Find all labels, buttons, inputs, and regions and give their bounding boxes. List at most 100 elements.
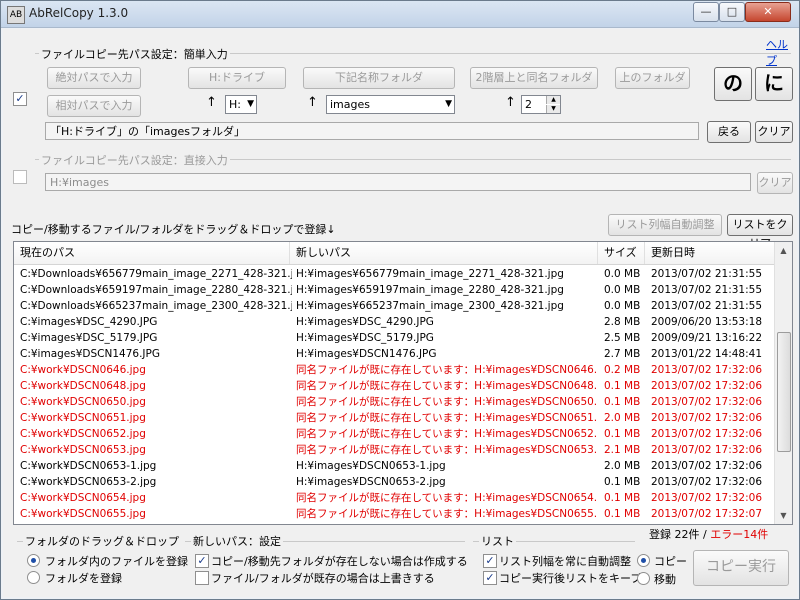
execute-copy-button[interactable]: コピー実行 xyxy=(693,550,789,586)
cell-current-path: C:¥work¥DSCN0650.jpg xyxy=(20,396,146,408)
cell-date: 2013/07/02 21:31:55 xyxy=(651,268,763,280)
table-row[interactable]: C:¥work¥DSCN0653.jpg 同名ファイルが既に存在しています：H:¥… xyxy=(14,442,774,458)
table-row[interactable]: C:¥Downloads¥659197main_image_2280_428-3… xyxy=(14,282,774,298)
stepper-down-icon[interactable]: ▼ xyxy=(546,105,560,113)
scroll-thumb[interactable] xyxy=(777,332,791,452)
cell-size: 0.0 MB xyxy=(604,300,641,312)
chevron-down-icon: ▼ xyxy=(247,99,254,109)
column-header-date[interactable]: 更新日時 xyxy=(645,242,774,264)
table-row[interactable]: C:¥images¥DSCN1476.JPG H:¥images¥DSCN1476… xyxy=(14,346,774,362)
relative-path-button[interactable]: 相対パスで入力 xyxy=(47,95,141,117)
table-row[interactable]: C:¥work¥DSCN0650.jpg 同名ファイルが既に存在しています：H:¥… xyxy=(14,394,774,410)
simple-preview-field: 「H:ドライブ」の「imagesフォルダ」 xyxy=(45,122,699,140)
table-row[interactable]: C:¥work¥DSCN0651.jpg 同名ファイルが既に存在しています：H:¥… xyxy=(14,410,774,426)
table-row[interactable]: C:¥images¥DSC_4290.JPG H:¥images¥DSC_4290… xyxy=(14,314,774,330)
cell-new-path: 同名ファイルが既に存在しています：H:¥images¥DSCN0651.jpg xyxy=(296,412,596,424)
simple-input-checkbox[interactable]: ✓ xyxy=(13,92,27,106)
cell-date: 2009/09/21 13:16:22 xyxy=(651,332,763,344)
list-header: 現在のパス 新しいパス サイズ 更新日時 xyxy=(14,242,774,265)
table-row[interactable]: C:¥Downloads¥665237main_image_2300_428-3… xyxy=(14,298,774,314)
column-header-current-path[interactable]: 現在のパス xyxy=(14,242,290,264)
cell-current-path: C:¥Downloads¥656779main_image_2271_428-3… xyxy=(20,268,292,280)
auto-width-checkbox[interactable]: ✓ xyxy=(483,554,497,568)
register-files-radio[interactable] xyxy=(27,554,40,567)
cell-current-path: C:¥work¥DSCN0651.jpg xyxy=(20,412,146,424)
move-mode-radio[interactable] xyxy=(637,572,650,585)
table-row[interactable]: C:¥images¥DSC_5179.JPG H:¥images¥DSC_5179… xyxy=(14,330,774,346)
error-count: エラー14件 xyxy=(710,528,769,541)
cell-date: 2013/01/22 14:48:41 xyxy=(651,348,763,360)
upper-folder-button[interactable]: 上のフォルダ xyxy=(615,67,690,89)
cell-current-path: C:¥work¥DSCN0653-2.jpg xyxy=(20,476,157,488)
table-row[interactable]: C:¥work¥DSCN0652.jpg 同名ファイルが既に存在しています：H:¥… xyxy=(14,426,774,442)
copy-mode-radio[interactable] xyxy=(637,554,650,567)
cell-new-path: H:¥images¥DSCN0653-1.jpg xyxy=(296,460,446,472)
cell-new-path: H:¥images¥656779main_image_2271_428-321.… xyxy=(296,268,564,280)
cell-date: 2013/07/02 17:32:06 xyxy=(651,428,763,440)
named-folder-button[interactable]: 下記名称フォルダ xyxy=(303,67,455,89)
simple-clear-button[interactable]: クリア xyxy=(755,121,793,143)
cell-size: 0.1 MB xyxy=(604,508,641,520)
cell-date: 2013/07/02 17:32:06 xyxy=(651,412,763,424)
table-row[interactable]: C:¥work¥DSCN0653-2.jpg H:¥images¥DSCN0653… xyxy=(14,474,774,490)
scroll-up-icon[interactable]: ▲ xyxy=(775,242,792,259)
direct-input-checkbox[interactable] xyxy=(13,170,27,184)
cell-new-path: H:¥images¥665237main_image_2300_428-321.… xyxy=(296,300,564,312)
window-title: AbRelCopy 1.3.0 xyxy=(29,6,129,20)
table-row[interactable]: C:¥work¥DSCN0646.jpg 同名ファイルが既に存在しています：H:¥… xyxy=(14,362,774,378)
auto-width-button[interactable]: リスト列幅自動調整 xyxy=(608,214,722,236)
drag-instruction: コピー/移動するファイル/フォルダをドラッグ＆ドロップで登録↓ xyxy=(11,223,336,236)
direct-clear-button[interactable]: クリア xyxy=(757,172,793,194)
cell-size: 0.0 MB xyxy=(604,268,641,280)
ni-particle-button[interactable]: に xyxy=(755,67,793,101)
cell-current-path: C:¥Downloads¥659197main_image_2280_428-3… xyxy=(20,284,292,296)
cell-date: 2013/07/02 17:32:06 xyxy=(651,476,763,488)
no-particle-button[interactable]: の xyxy=(714,67,752,101)
stepper-up-icon[interactable]: ▲ xyxy=(546,96,560,104)
folder-select[interactable]: images ▼ xyxy=(326,95,455,114)
register-folder-radio[interactable] xyxy=(27,571,40,584)
minimize-button[interactable]: — xyxy=(693,2,719,22)
cell-new-path: H:¥images¥DSCN1476.JPG xyxy=(296,348,437,360)
overwrite-checkbox[interactable] xyxy=(195,571,209,585)
cell-size: 2.0 MB xyxy=(604,460,641,472)
newpath-group-label: 新しいパス：設定 xyxy=(191,533,283,549)
cell-current-path: C:¥work¥DSCN0652.jpg xyxy=(20,428,146,440)
list-scrollbar[interactable]: ▲ ▼ xyxy=(774,242,792,524)
column-header-size[interactable]: サイズ xyxy=(598,242,645,264)
list-group-label: リスト xyxy=(479,533,516,549)
table-row[interactable]: C:¥Downloads¥656779main_image_2271_428-3… xyxy=(14,266,774,282)
back-button[interactable]: 戻る xyxy=(707,121,751,143)
keep-list-checkbox[interactable]: ✓ xyxy=(483,571,497,585)
maximize-button[interactable]: □ xyxy=(719,2,745,22)
cell-size: 2.0 MB xyxy=(604,412,641,424)
cell-date: 2013/07/02 17:32:07 xyxy=(651,508,763,520)
cell-current-path: C:¥work¥DSCN0653.jpg xyxy=(20,444,146,456)
direct-path-input[interactable]: H:¥images xyxy=(45,173,751,191)
cell-current-path: C:¥Downloads¥665237main_image_2300_428-3… xyxy=(20,300,292,312)
column-header-new-path[interactable]: 新しいパス xyxy=(290,242,598,264)
file-list[interactable]: 現在のパス 新しいパス サイズ 更新日時 C:¥Downloads¥656779… xyxy=(13,241,793,525)
drive-button[interactable]: H:ドライブ xyxy=(188,67,286,89)
cell-new-path: H:¥images¥DSC_4290.JPG xyxy=(296,316,434,328)
same-name-folder-button[interactable]: 2階層上と同名フォルダ xyxy=(470,67,598,89)
level-stepper[interactable]: 2 ▲ ▼ xyxy=(521,95,561,114)
cell-date: 2013/07/02 17:32:06 xyxy=(651,444,763,456)
table-row[interactable]: C:¥work¥DSCN0654.jpg 同名ファイルが既に存在しています：H:¥… xyxy=(14,490,774,506)
table-row[interactable]: C:¥work¥DSCN0655.jpg 同名ファイルが既に存在しています：H:¥… xyxy=(14,506,774,522)
cell-date: 2009/06/20 13:53:18 xyxy=(651,316,763,328)
create-folder-checkbox[interactable]: ✓ xyxy=(195,554,209,568)
move-mode-label: 移動 xyxy=(654,573,676,586)
help-link[interactable]: ヘルプ xyxy=(766,36,797,68)
cell-size: 2.7 MB xyxy=(604,348,641,360)
title-bar[interactable]: AB AbRelCopy 1.3.0 — □ ✕ xyxy=(1,1,799,28)
close-button[interactable]: ✕ xyxy=(745,2,791,22)
clear-list-button[interactable]: リストをクリア xyxy=(727,214,793,250)
scroll-down-icon[interactable]: ▼ xyxy=(775,507,792,524)
cell-date: 2013/07/02 17:32:06 xyxy=(651,380,763,392)
table-row[interactable]: C:¥work¥DSCN0653-1.jpg H:¥images¥DSCN0653… xyxy=(14,458,774,474)
table-row[interactable]: C:¥work¥DSCN0648.jpg 同名ファイルが既に存在しています：H:¥… xyxy=(14,378,774,394)
cell-current-path: C:¥work¥DSCN0648.jpg xyxy=(20,380,146,392)
absolute-path-button[interactable]: 絶対パスで入力 xyxy=(47,67,141,89)
drive-select[interactable]: H: ▼ xyxy=(225,95,257,114)
